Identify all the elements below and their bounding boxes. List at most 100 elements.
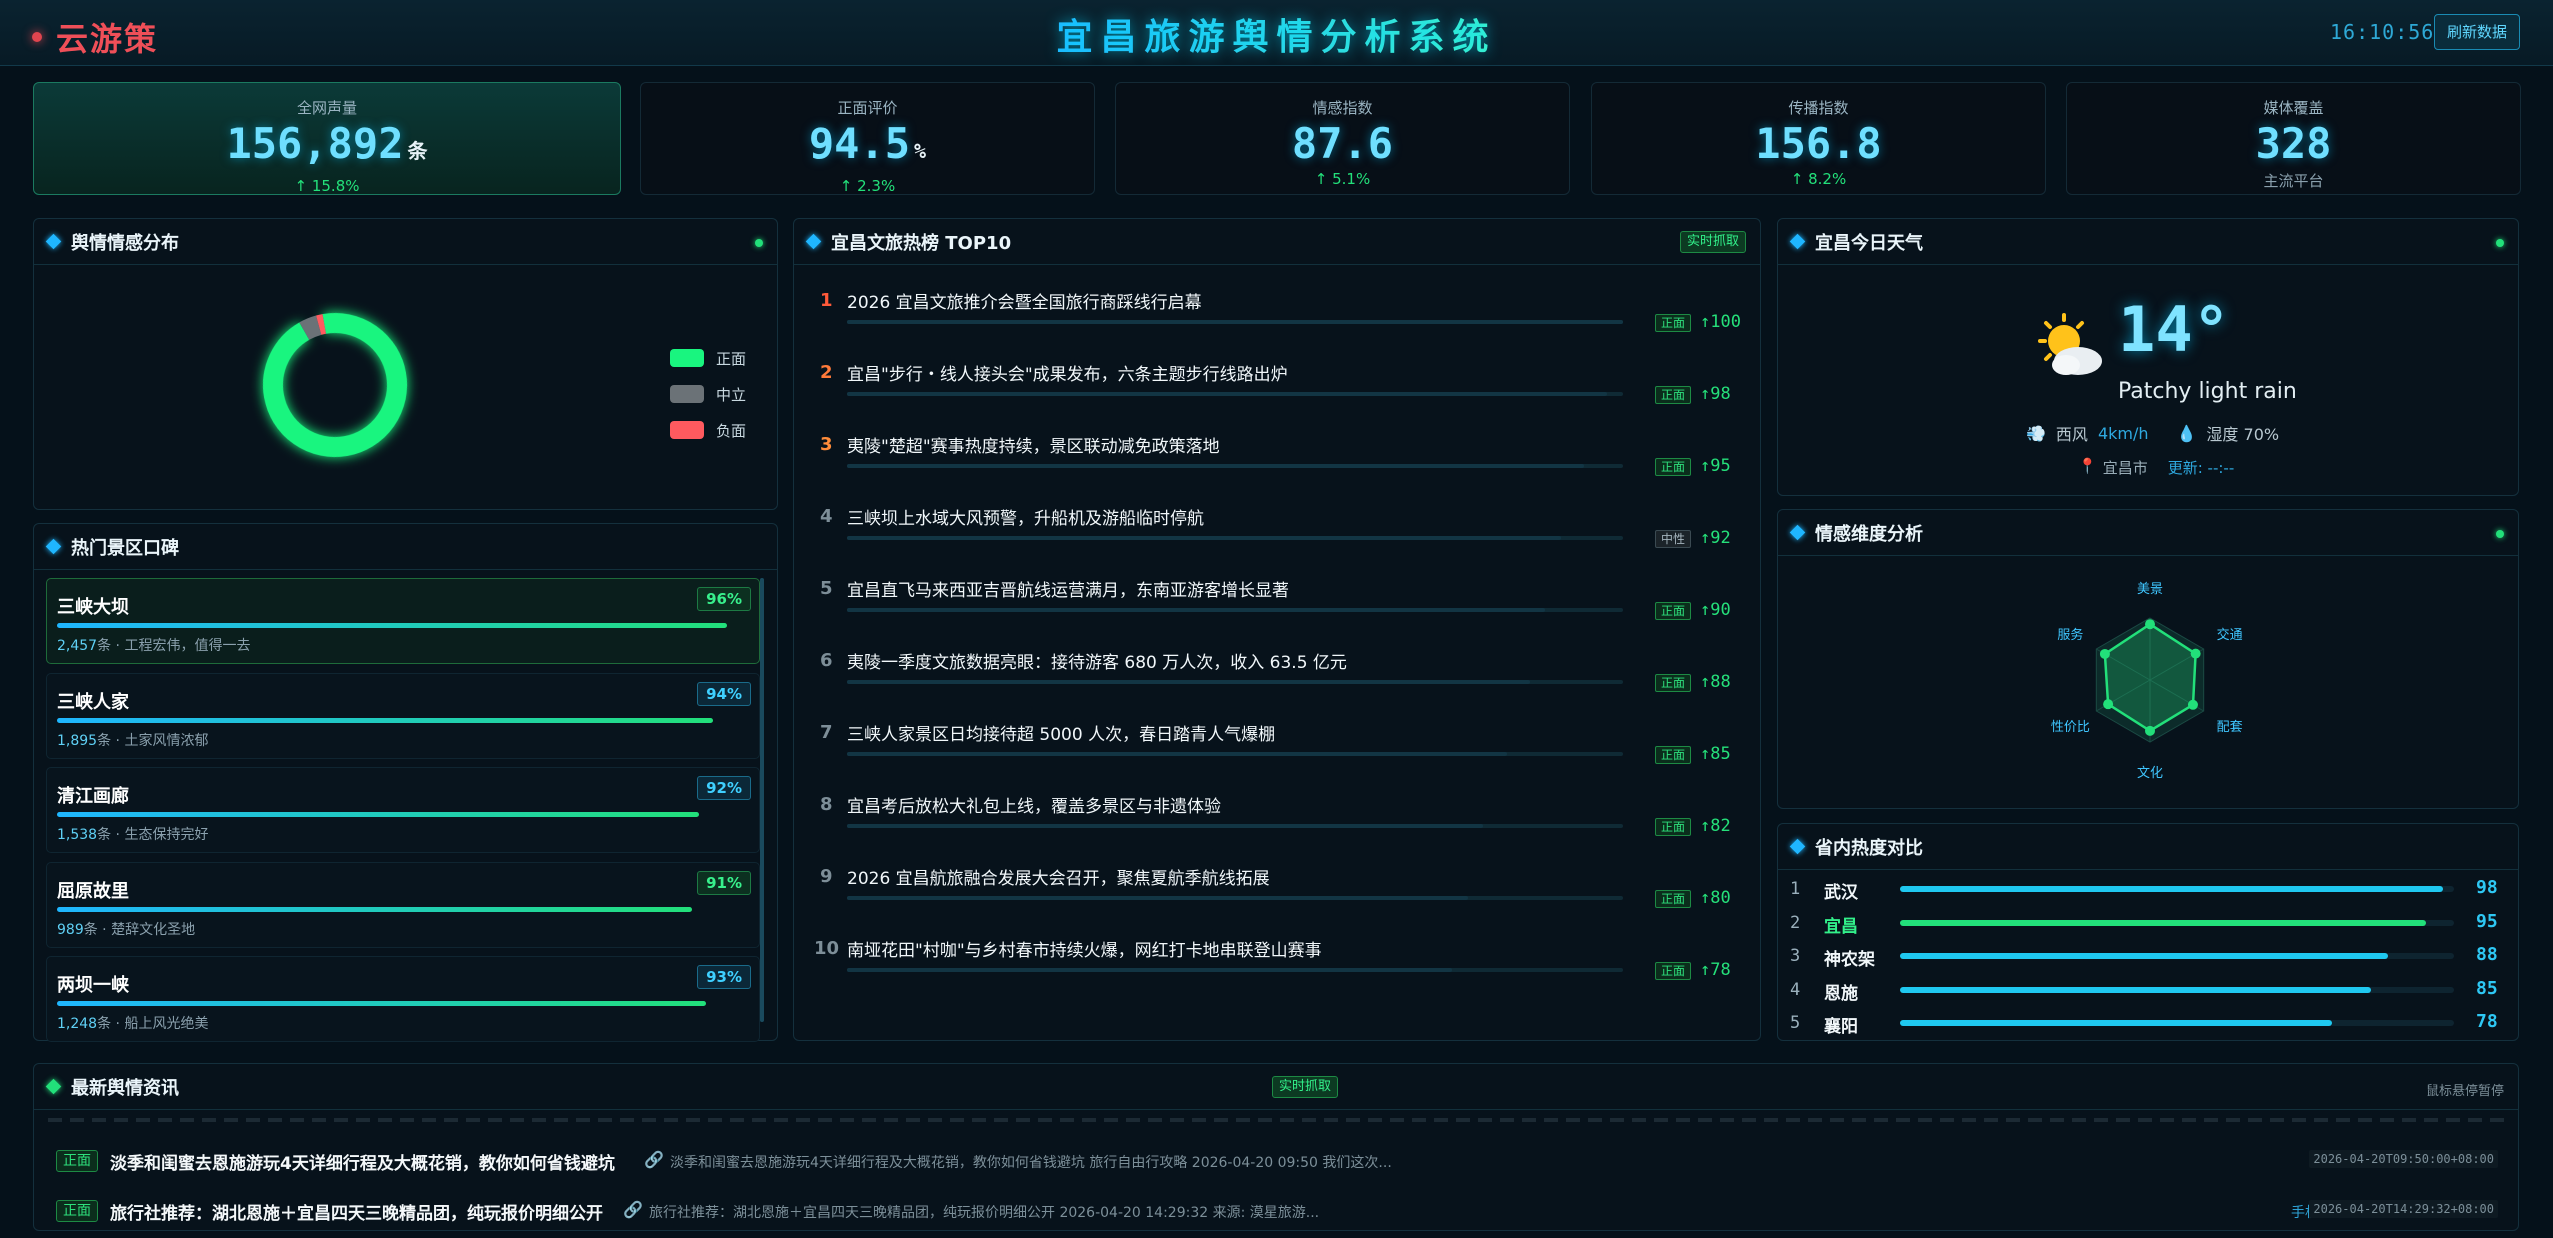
- spot-review-count: 989: [57, 921, 84, 938]
- spot-card[interactable]: 两坝一峡 93% 1,248条 · 船上风光绝美: [46, 956, 760, 1042]
- hotlist-item[interactable]: 7 三峡人家景区日均接待超 5000 人次，春日踏青人气爆棚 正面 ↑85: [800, 708, 1756, 780]
- hotlist-rank: 4: [820, 506, 833, 527]
- news-time: 2026-04-20T14:29:32+08:00: [2309, 1200, 2498, 1218]
- news-status-badge: 正面: [56, 1200, 98, 1222]
- legend-item-positive[interactable]: 正面: [670, 340, 746, 376]
- province-row[interactable]: 5 襄阳 78: [1786, 1007, 2506, 1040]
- panel-header: 宜昌文旅热榜 TOP10 实时抓取: [794, 219, 1760, 265]
- radar-point[interactable]: [2187, 699, 2198, 710]
- hotlist-heat-track: [847, 752, 1623, 756]
- radar-point[interactable]: [2103, 699, 2114, 710]
- province-rank: 4: [1790, 979, 1801, 1000]
- hotlist-heat-fill: [847, 824, 1484, 828]
- province-value: 95: [2476, 910, 2498, 932]
- hotlist-item[interactable]: 1 2026 宜昌文旅推介会暨全国旅行商踩线行启幕 正面 ↑100: [800, 276, 1756, 348]
- hotlist-item[interactable]: 4 三峡坝上水域大风预警，升船机及游船临时停航 中性 ↑92: [800, 492, 1756, 564]
- spot-score-bar: [57, 1001, 707, 1006]
- weather-description: Patchy light rain: [2118, 379, 2297, 404]
- radar-point[interactable]: [2190, 648, 2201, 659]
- hotlist-heat-track: [847, 320, 1623, 324]
- province-value: 98: [2476, 877, 2498, 898]
- news-time: 2026-04-20T09:50:00+08:00: [2309, 1150, 2498, 1168]
- legend-item-negative[interactable]: 负面: [670, 412, 746, 448]
- kpi-label: 媒体覆盖: [2263, 99, 2324, 117]
- wind-speed: 4km/h: [2097, 423, 2149, 443]
- hotlist-item[interactable]: 6 夷陵一季度文旅数据亮眼：接待游客 680 万人次，收入 63.5 亿元 正面 ↑8…: [800, 636, 1756, 708]
- province-row[interactable]: 2 宜昌 95: [1786, 907, 2506, 940]
- scrollbar-thumb[interactable]: [760, 578, 764, 1022]
- hotlist-heat-track: [847, 392, 1623, 396]
- diamond-icon: [1789, 233, 1806, 250]
- province-row[interactable]: 4 恩施 85: [1786, 974, 2506, 1007]
- top-header: 云游策 宜昌旅游舆情分析系统 16:10:56 刷新数据: [0, 0, 2553, 66]
- spot-card[interactable]: 屈原故里 91% 989条 · 楚辞文化圣地: [46, 861, 760, 948]
- hotlist-heat-fill: [847, 320, 1623, 324]
- hotlist-title: 2026 宜昌文旅推介会暨全国旅行商踩线行启幕: [847, 293, 1202, 313]
- hotlist-item[interactable]: 5 宜昌直飞马来西亚吉晋航线运营满月，东南亚游客增长显著 正面 ↑90: [800, 564, 1756, 636]
- spots-scrollbar[interactable]: [760, 578, 764, 1022]
- province-name: 襄阳: [1824, 1017, 1858, 1037]
- page-title: 宜昌旅游舆情分析系统: [0, 8, 2553, 60]
- status-led-icon: [2496, 239, 2504, 247]
- province-row[interactable]: 1 武汉 98: [1786, 873, 2506, 906]
- radar-point[interactable]: [2099, 648, 2110, 659]
- panel-title: 热门景区口碑: [71, 537, 179, 559]
- hotlist-status-badge: 正面: [1655, 458, 1692, 476]
- kpi-unit: 条: [407, 139, 428, 163]
- kpi-label: 正面评价: [837, 99, 898, 117]
- news-item[interactable]: 正面 淡季和闺蜜去恩施游玩4天详细行程及大概花销，教你如何省钱避坑 🔗 淡季和闺蜜去恩…: [46, 1138, 2506, 1188]
- province-row[interactable]: 3 神农架 88: [1786, 940, 2506, 973]
- kpi-card-sentiment-index[interactable]: 情感指数 87.6 ↑ 5.1%: [1115, 82, 1570, 195]
- kpi-card-positive[interactable]: 正面评价 94.5% ↑ 2.3%: [640, 82, 1095, 195]
- radar-point[interactable]: [2145, 619, 2155, 630]
- hotlist-item[interactable]: 2 宜昌"步行・线人接头会"成果发布，六条主题步行线路出炉 正面 ↑98: [800, 348, 1756, 420]
- radar-axis-label: 配套: [2217, 719, 2243, 735]
- panel-title: 情感维度分析: [1815, 523, 1923, 545]
- legend-swatch: [670, 385, 704, 403]
- hotlist-item[interactable]: 3 夷陵"楚超"赛事热度持续，景区联动减免政策落地 正面 ↑95: [800, 420, 1756, 492]
- kpi-card-volume[interactable]: 全网声量 156,892 条 ↑ 15.8%: [33, 82, 621, 195]
- link-icon[interactable]: 🔗: [644, 1150, 664, 1169]
- hotlist-item[interactable]: 9 2026 宜昌航旅融合发展大会召开，聚焦夏航季航线拓展 正面 ↑80: [800, 852, 1756, 924]
- hotlist-heat-track: [847, 536, 1623, 540]
- spot-card[interactable]: 清江画廊 92% 1,538条 · 生态保持完好: [46, 767, 760, 853]
- province-track: [1900, 986, 2454, 993]
- panel-header: 情感维度分析: [1778, 510, 2518, 556]
- sentiment-donut-chart[interactable]: [250, 300, 420, 470]
- spot-score-badge: 93%: [697, 965, 751, 989]
- spot-meta: 1,538条 · 生态保持完好: [57, 824, 208, 844]
- spot-card[interactable]: 三峡大坝 96% 2,457条 · 工程宏伟，值得一去: [46, 578, 760, 664]
- hotlist-title: 宜昌考后放松大礼包上线，覆盖多景区与非遗体验: [847, 797, 1221, 817]
- kpi-card-media-coverage[interactable]: 媒体覆盖 328 主流平台: [2066, 82, 2521, 195]
- hotlist-heat-track: [847, 680, 1623, 684]
- donut-slice-positive[interactable]: [263, 313, 407, 457]
- weather-temperature: 14°: [2118, 293, 2230, 366]
- hotlist-item[interactable]: 8 宜昌考后放松大礼包上线，覆盖多景区与非遗体验 正面 ↑82: [800, 780, 1756, 852]
- spot-note: 生态保持完好: [124, 827, 209, 843]
- spot-review-count: 2,457: [57, 638, 98, 654]
- separator-dot: ·: [111, 1016, 125, 1032]
- spot-review-unit: 条: [97, 827, 112, 843]
- news-item[interactable]: 正面 旅行社推荐：湖北恩施＋宜昌四天三晚精品团，纯玩报价明细公开 🔗 旅行社推荐：湖北…: [46, 1188, 2506, 1238]
- spot-score-bar: [57, 623, 728, 628]
- spot-name: 两坝一峡: [57, 975, 129, 996]
- hotlist-status-badge: 中性: [1655, 530, 1692, 548]
- spot-review-count: 1,248: [57, 1016, 98, 1032]
- province-value: 85: [2476, 977, 2498, 999]
- province-name: 恩施: [1824, 983, 1858, 1004]
- kpi-card-spread-index[interactable]: 传播指数 156.8 ↑ 8.2%: [1591, 82, 2046, 195]
- hotlist-item[interactable]: 10 南垭花田"村咖"与乡村春市持续火爆，网红打卡地串联登山赛事 正面 ↑78: [800, 924, 1756, 996]
- kpi-label: 全网声量: [296, 99, 357, 117]
- radar-point[interactable]: [2145, 725, 2155, 736]
- radar-chart[interactable]: 美景交通配套文化 性价比 服务: [2000, 562, 2300, 798]
- spot-score-badge: 96%: [697, 587, 751, 611]
- link-icon[interactable]: 🔗: [623, 1200, 643, 1219]
- spot-review-unit: 条: [97, 732, 112, 749]
- spot-card[interactable]: 三峡人家 94% 1,895条 · 土家风情浓郁: [46, 672, 760, 759]
- kpi-value: 94.5%: [641, 122, 1094, 173]
- refresh-button[interactable]: 刷新数据: [2434, 14, 2520, 50]
- hotlist-status-badge: 正面: [1655, 674, 1692, 692]
- hotlist-rank: 2: [820, 362, 833, 383]
- province-bar: [1900, 886, 2443, 892]
- legend-item-neutral[interactable]: 中立: [670, 376, 746, 412]
